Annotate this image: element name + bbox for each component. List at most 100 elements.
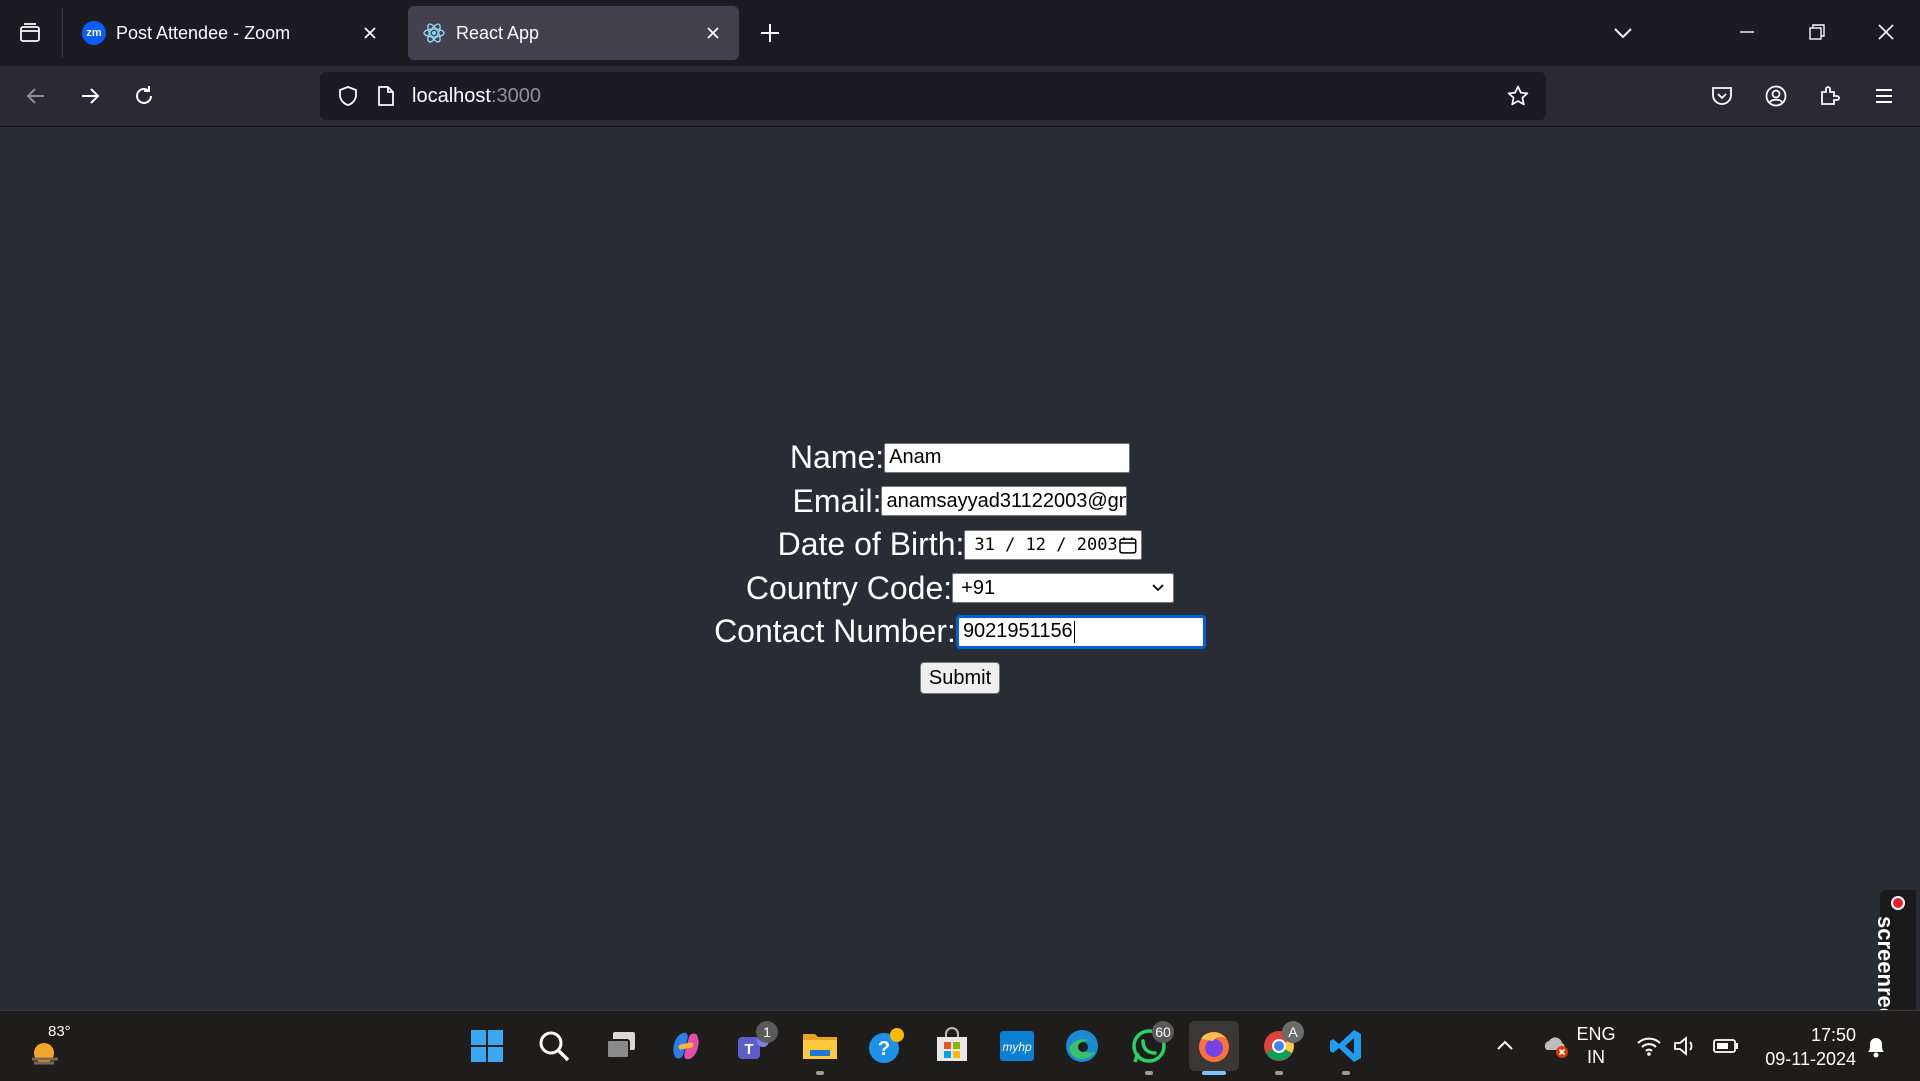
input-language-indicator[interactable]: ENG IN bbox=[1568, 1023, 1624, 1069]
address-bar[interactable]: localhost:3000 bbox=[320, 72, 1546, 120]
url-port: :3000 bbox=[490, 84, 541, 107]
arrow-right-icon bbox=[82, 88, 100, 104]
site-info-button[interactable] bbox=[372, 78, 400, 114]
search-icon bbox=[539, 1031, 570, 1062]
store-icon bbox=[937, 1027, 967, 1061]
copilot-icon bbox=[673, 1032, 699, 1060]
vscode-icon bbox=[1330, 1030, 1361, 1062]
clock-time: 17:50 bbox=[1810, 1025, 1856, 1045]
close-icon bbox=[1878, 24, 1894, 40]
taskbar: 83° T 1 ? myhp 60 A ENG IN 17:50 09-11-2… bbox=[0, 1010, 1920, 1081]
edge-icon bbox=[1066, 1030, 1098, 1062]
screenrec-label: screenrec bbox=[1873, 916, 1898, 1020]
chrome-button[interactable]: A bbox=[1254, 1021, 1304, 1075]
firefox-button[interactable] bbox=[1189, 1021, 1239, 1075]
tab-title: Post Attendee - Zoom bbox=[116, 22, 291, 43]
windows-icon bbox=[471, 1030, 503, 1062]
country-code-label: Country Code: bbox=[745, 569, 953, 606]
email-label: Email: bbox=[792, 482, 882, 519]
copilot-button[interactable] bbox=[661, 1021, 711, 1071]
firefox-view-button[interactable] bbox=[12, 14, 48, 52]
teams-button[interactable]: T 1 bbox=[728, 1021, 778, 1071]
calendar-icon[interactable] bbox=[1118, 535, 1138, 555]
running-indicator bbox=[1342, 1071, 1350, 1075]
react-icon bbox=[422, 21, 446, 45]
search-button[interactable] bbox=[529, 1021, 579, 1071]
battery-icon[interactable] bbox=[1712, 1033, 1740, 1059]
forward-button[interactable] bbox=[72, 78, 108, 114]
chevron-down-icon bbox=[1152, 584, 1164, 592]
pocket-button[interactable] bbox=[1704, 78, 1740, 114]
weather-widget[interactable]: 83° bbox=[24, 1023, 84, 1073]
list-all-tabs-button[interactable] bbox=[1606, 16, 1640, 50]
date-of-birth-input[interactable]: 31 / 12 / 2003 bbox=[964, 529, 1143, 560]
chrome-profile-badge: A bbox=[1282, 1021, 1304, 1043]
tab-react-app[interactable]: React App bbox=[408, 6, 739, 60]
firefox-icon bbox=[1199, 1032, 1229, 1062]
record-icon bbox=[1891, 896, 1905, 910]
new-tab-button[interactable] bbox=[754, 16, 786, 50]
hamburger-icon bbox=[1876, 89, 1892, 103]
notification-bell-icon[interactable] bbox=[1864, 1033, 1888, 1059]
active-indicator bbox=[1202, 1071, 1226, 1075]
microsoft-store-button[interactable] bbox=[927, 1021, 977, 1071]
edge-button[interactable] bbox=[1057, 1021, 1107, 1071]
close-icon bbox=[707, 27, 719, 39]
star-icon bbox=[1507, 85, 1529, 106]
tab-title: React App bbox=[456, 22, 540, 43]
wifi-icon[interactable] bbox=[1636, 1033, 1662, 1059]
file-explorer-button[interactable] bbox=[795, 1021, 845, 1075]
tab-close-button[interactable] bbox=[356, 19, 384, 47]
email-row: Email: anamsayyad31122003@gn bbox=[0, 480, 1920, 524]
running-indicator bbox=[1275, 1071, 1283, 1075]
clock-date: 09-11-2024 bbox=[1765, 1049, 1856, 1069]
plus-icon bbox=[761, 24, 779, 42]
onedrive-error-icon bbox=[1544, 1037, 1568, 1058]
task-view-button[interactable] bbox=[596, 1021, 646, 1071]
teams-notification-badge: 1 bbox=[756, 1021, 778, 1043]
weather-temperature: 83° bbox=[48, 1023, 71, 1040]
shield-icon bbox=[339, 86, 357, 106]
show-hidden-icons-button[interactable] bbox=[1480, 1021, 1530, 1071]
submit-row: Submit bbox=[0, 654, 1920, 698]
submit-button[interactable]: Submit bbox=[919, 662, 1001, 695]
reload-button[interactable] bbox=[126, 78, 162, 114]
country-code-select[interactable]: +91 bbox=[952, 573, 1175, 604]
account-button[interactable] bbox=[1758, 78, 1794, 114]
url-host: localhost bbox=[412, 84, 491, 107]
arrow-left-icon bbox=[26, 88, 44, 104]
clock[interactable]: 17:50 09-11-2024 bbox=[1752, 1023, 1856, 1071]
app-menu-button[interactable] bbox=[1866, 78, 1902, 114]
back-button[interactable] bbox=[18, 78, 54, 114]
tab-close-button[interactable] bbox=[699, 19, 727, 47]
account-icon bbox=[1765, 85, 1787, 107]
myhp-button[interactable]: myhp bbox=[992, 1021, 1042, 1071]
bookmark-button[interactable] bbox=[1500, 78, 1536, 114]
country-code-value: +91 bbox=[961, 576, 996, 599]
start-button[interactable] bbox=[462, 1021, 512, 1071]
tracking-protection-button[interactable] bbox=[330, 78, 366, 114]
language-code: ENG bbox=[1576, 1024, 1616, 1044]
vscode-button[interactable] bbox=[1321, 1021, 1371, 1075]
tab-separator bbox=[62, 8, 63, 58]
myhp-icon: myhp bbox=[1000, 1031, 1034, 1061]
page-icon bbox=[378, 86, 394, 106]
tab-zoom[interactable]: zm Post Attendee - Zoom bbox=[68, 6, 396, 60]
volume-icon[interactable] bbox=[1672, 1033, 1698, 1059]
region-code: IN bbox=[1587, 1047, 1605, 1067]
extensions-button[interactable] bbox=[1812, 78, 1848, 114]
minimize-button[interactable] bbox=[1730, 14, 1764, 50]
firefox-view-icon bbox=[20, 23, 40, 42]
navigation-toolbar: localhost:3000 bbox=[0, 66, 1920, 127]
whatsapp-button[interactable]: 60 bbox=[1124, 1021, 1174, 1075]
restore-button[interactable] bbox=[1800, 14, 1834, 50]
window-close-button[interactable] bbox=[1868, 14, 1904, 50]
email-input[interactable]: anamsayyad31122003@gn bbox=[881, 486, 1128, 517]
screenrec-widget[interactable]: screenrec bbox=[1873, 890, 1916, 1022]
weather-sun-icon bbox=[32, 1043, 58, 1065]
contact-number-input[interactable]: 9021951156 bbox=[955, 614, 1206, 649]
restore-icon bbox=[1809, 24, 1825, 40]
name-input[interactable]: Anam bbox=[884, 442, 1131, 473]
get-help-button[interactable]: ? bbox=[862, 1021, 912, 1071]
contact-number-value: 9021951156 bbox=[962, 620, 1073, 643]
